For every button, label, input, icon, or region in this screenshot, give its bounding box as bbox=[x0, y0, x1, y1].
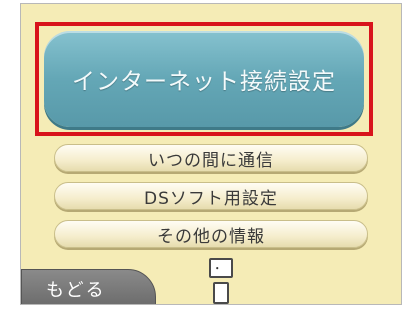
other-information-button[interactable]: その他の情報 bbox=[54, 220, 368, 248]
spotpass-button[interactable]: いつの間に通信 bbox=[54, 144, 368, 172]
robot-head: ･‿･ bbox=[209, 258, 233, 296]
ds-software-settings-label: DSソフト用設定 bbox=[144, 188, 278, 209]
internet-connection-settings-button[interactable]: インターネット接続設定 bbox=[44, 31, 364, 127]
back-button[interactable]: もどる bbox=[21, 269, 156, 304]
internet-connection-settings-label: インターネット接続設定 bbox=[72, 69, 336, 95]
other-information-label: その他の情報 bbox=[157, 226, 265, 247]
robot-body bbox=[213, 282, 229, 304]
back-label: もどる bbox=[46, 280, 106, 301]
spotpass-label: いつの間に通信 bbox=[148, 150, 274, 171]
mascot-robot-icon: ･‿･ bbox=[209, 258, 235, 304]
ds-software-settings-button[interactable]: DSソフト用設定 bbox=[54, 182, 368, 210]
settings-screen: インターネット接続設定 いつの間に通信 DSソフト用設定 その他の情報 もどる … bbox=[20, 3, 402, 305]
